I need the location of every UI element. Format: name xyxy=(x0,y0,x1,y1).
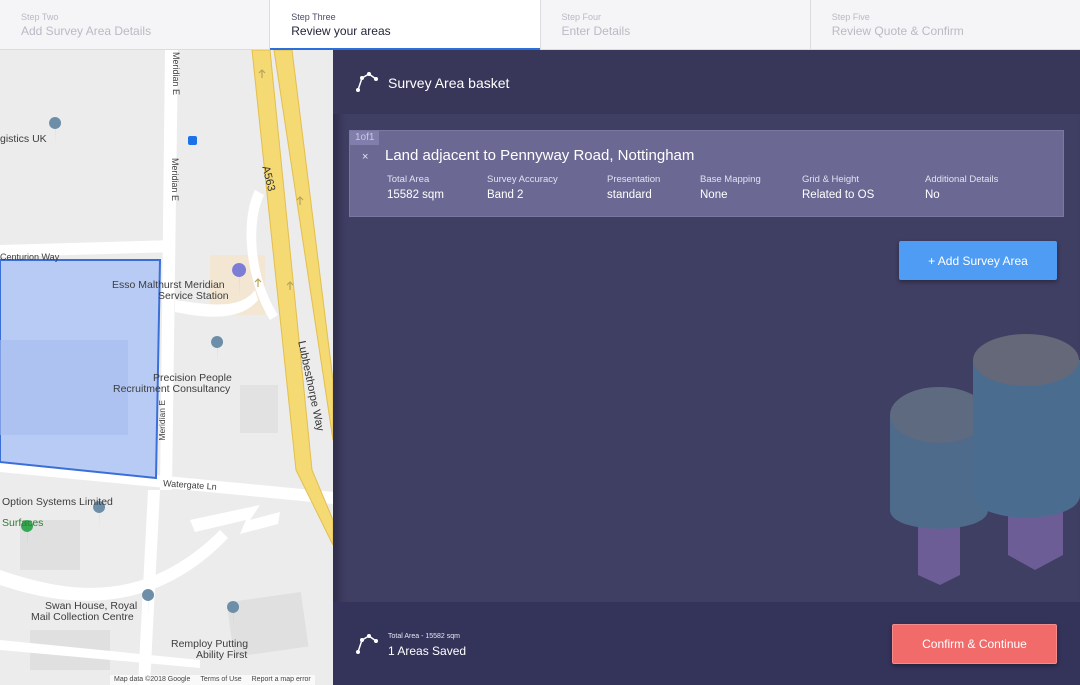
step-number: Step Five xyxy=(831,12,870,22)
panel-footer: Total Area - 15582 sqm 1 Areas Saved Con… xyxy=(333,602,1080,685)
step-three[interactable]: Step Three Review your areas xyxy=(270,0,541,50)
cylinder-illustration xyxy=(890,334,1080,585)
map-canvas[interactable] xyxy=(0,50,333,685)
map-label-meridian-e: Meridian E xyxy=(171,52,181,96)
confirm-continue-button[interactable]: Confirm & Continue xyxy=(892,624,1057,664)
step-two[interactable]: Step Two Add Survey Area Details xyxy=(0,0,271,49)
attr-additional-details: Additional Details No xyxy=(925,174,998,201)
step-five[interactable]: Step Five Review Quote & Confirm xyxy=(811,0,1080,49)
attr-label: Total Area xyxy=(387,174,430,185)
map-attribution: Map data ©2018 Google Terms of Use Repor… xyxy=(110,675,315,685)
map-label-option-systems: Option Systems Limited xyxy=(2,496,113,508)
survey-path-icon xyxy=(356,72,378,92)
attr-value: No xyxy=(925,189,940,201)
attr-label: Grid & Height xyxy=(802,174,860,185)
attr-value: None xyxy=(700,189,728,201)
report-error-link[interactable]: Report a map error xyxy=(252,676,311,684)
map-label-meridian-e: Meridian E xyxy=(170,158,180,202)
remove-area-icon[interactable]: × xyxy=(362,151,368,163)
panel-header: Survey Area basket xyxy=(333,50,1080,114)
panel-title: Survey Area basket xyxy=(388,75,510,91)
map-label-meridian-e: Meridian E xyxy=(157,400,167,441)
stepper: Step Two Add Survey Area Details Step Th… xyxy=(0,0,1080,50)
step-number: Step Two xyxy=(21,12,59,22)
map-label-esso-2: Service Station xyxy=(158,290,229,302)
attr-label: Additional Details xyxy=(925,174,999,185)
attr-value: Related to OS xyxy=(802,189,875,201)
attr-base-mapping: Base Mapping None xyxy=(700,174,761,201)
attr-grid-height: Grid & Height Related to OS xyxy=(802,174,874,201)
map-label-surfaces: Surfaces xyxy=(2,517,44,529)
step-title: Review Quote & Confirm xyxy=(831,24,964,38)
map-label-remploy-2: Ability First xyxy=(196,649,248,661)
step-number: Step Four xyxy=(561,12,602,22)
attr-label: Base Mapping xyxy=(700,174,761,185)
map-label-swan-house-2: Mail Collection Centre xyxy=(31,611,134,623)
attr-presentation: Presentation standard xyxy=(607,174,660,201)
step-number: Step Three xyxy=(291,12,336,22)
attr-survey-accuracy: Survey Accuracy Band 2 xyxy=(487,174,558,201)
attr-total-area: Total Area 15582 sqm xyxy=(387,174,444,201)
survey-area-card[interactable]: 1of1 × Land adjacent to Pennyway Road, N… xyxy=(349,130,1064,217)
area-counter: 1of1 xyxy=(350,131,380,145)
area-name: Land adjacent to Pennyway Road, Nottingh… xyxy=(385,147,695,164)
attr-label: Survey Accuracy xyxy=(487,174,558,185)
attr-value: 15582 sqm xyxy=(387,189,444,201)
step-four[interactable]: Step Four Enter Details xyxy=(541,0,811,49)
step-title: Add Survey Area Details xyxy=(21,24,152,38)
survey-basket-panel: Survey Area basket 1of1 × Land adjacent … xyxy=(333,50,1080,685)
map-data-credit: Map data ©2018 Google xyxy=(114,676,191,683)
total-area-summary: Total Area - 15582 sqm xyxy=(388,633,460,640)
attr-value: Band 2 xyxy=(487,189,524,201)
terms-link[interactable]: Terms of Use xyxy=(200,676,241,684)
attr-label: Presentation xyxy=(607,174,661,185)
add-survey-area-button[interactable]: + Add Survey Area xyxy=(899,241,1057,280)
step-title: Review your areas xyxy=(291,24,391,38)
areas-saved-count: 1 Areas Saved xyxy=(388,644,467,658)
map-label-centurion-way: Centurion Way xyxy=(0,252,60,262)
attr-value: standard xyxy=(607,189,652,201)
step-title: Enter Details xyxy=(561,24,631,38)
map-view[interactable]: gistics UK Meridian E Meridian E Meridia… xyxy=(0,50,333,685)
survey-path-icon xyxy=(356,634,378,654)
map-label-logistics: gistics UK xyxy=(0,133,47,145)
map-label-precision-2: Recruitment Consultancy xyxy=(113,383,231,395)
